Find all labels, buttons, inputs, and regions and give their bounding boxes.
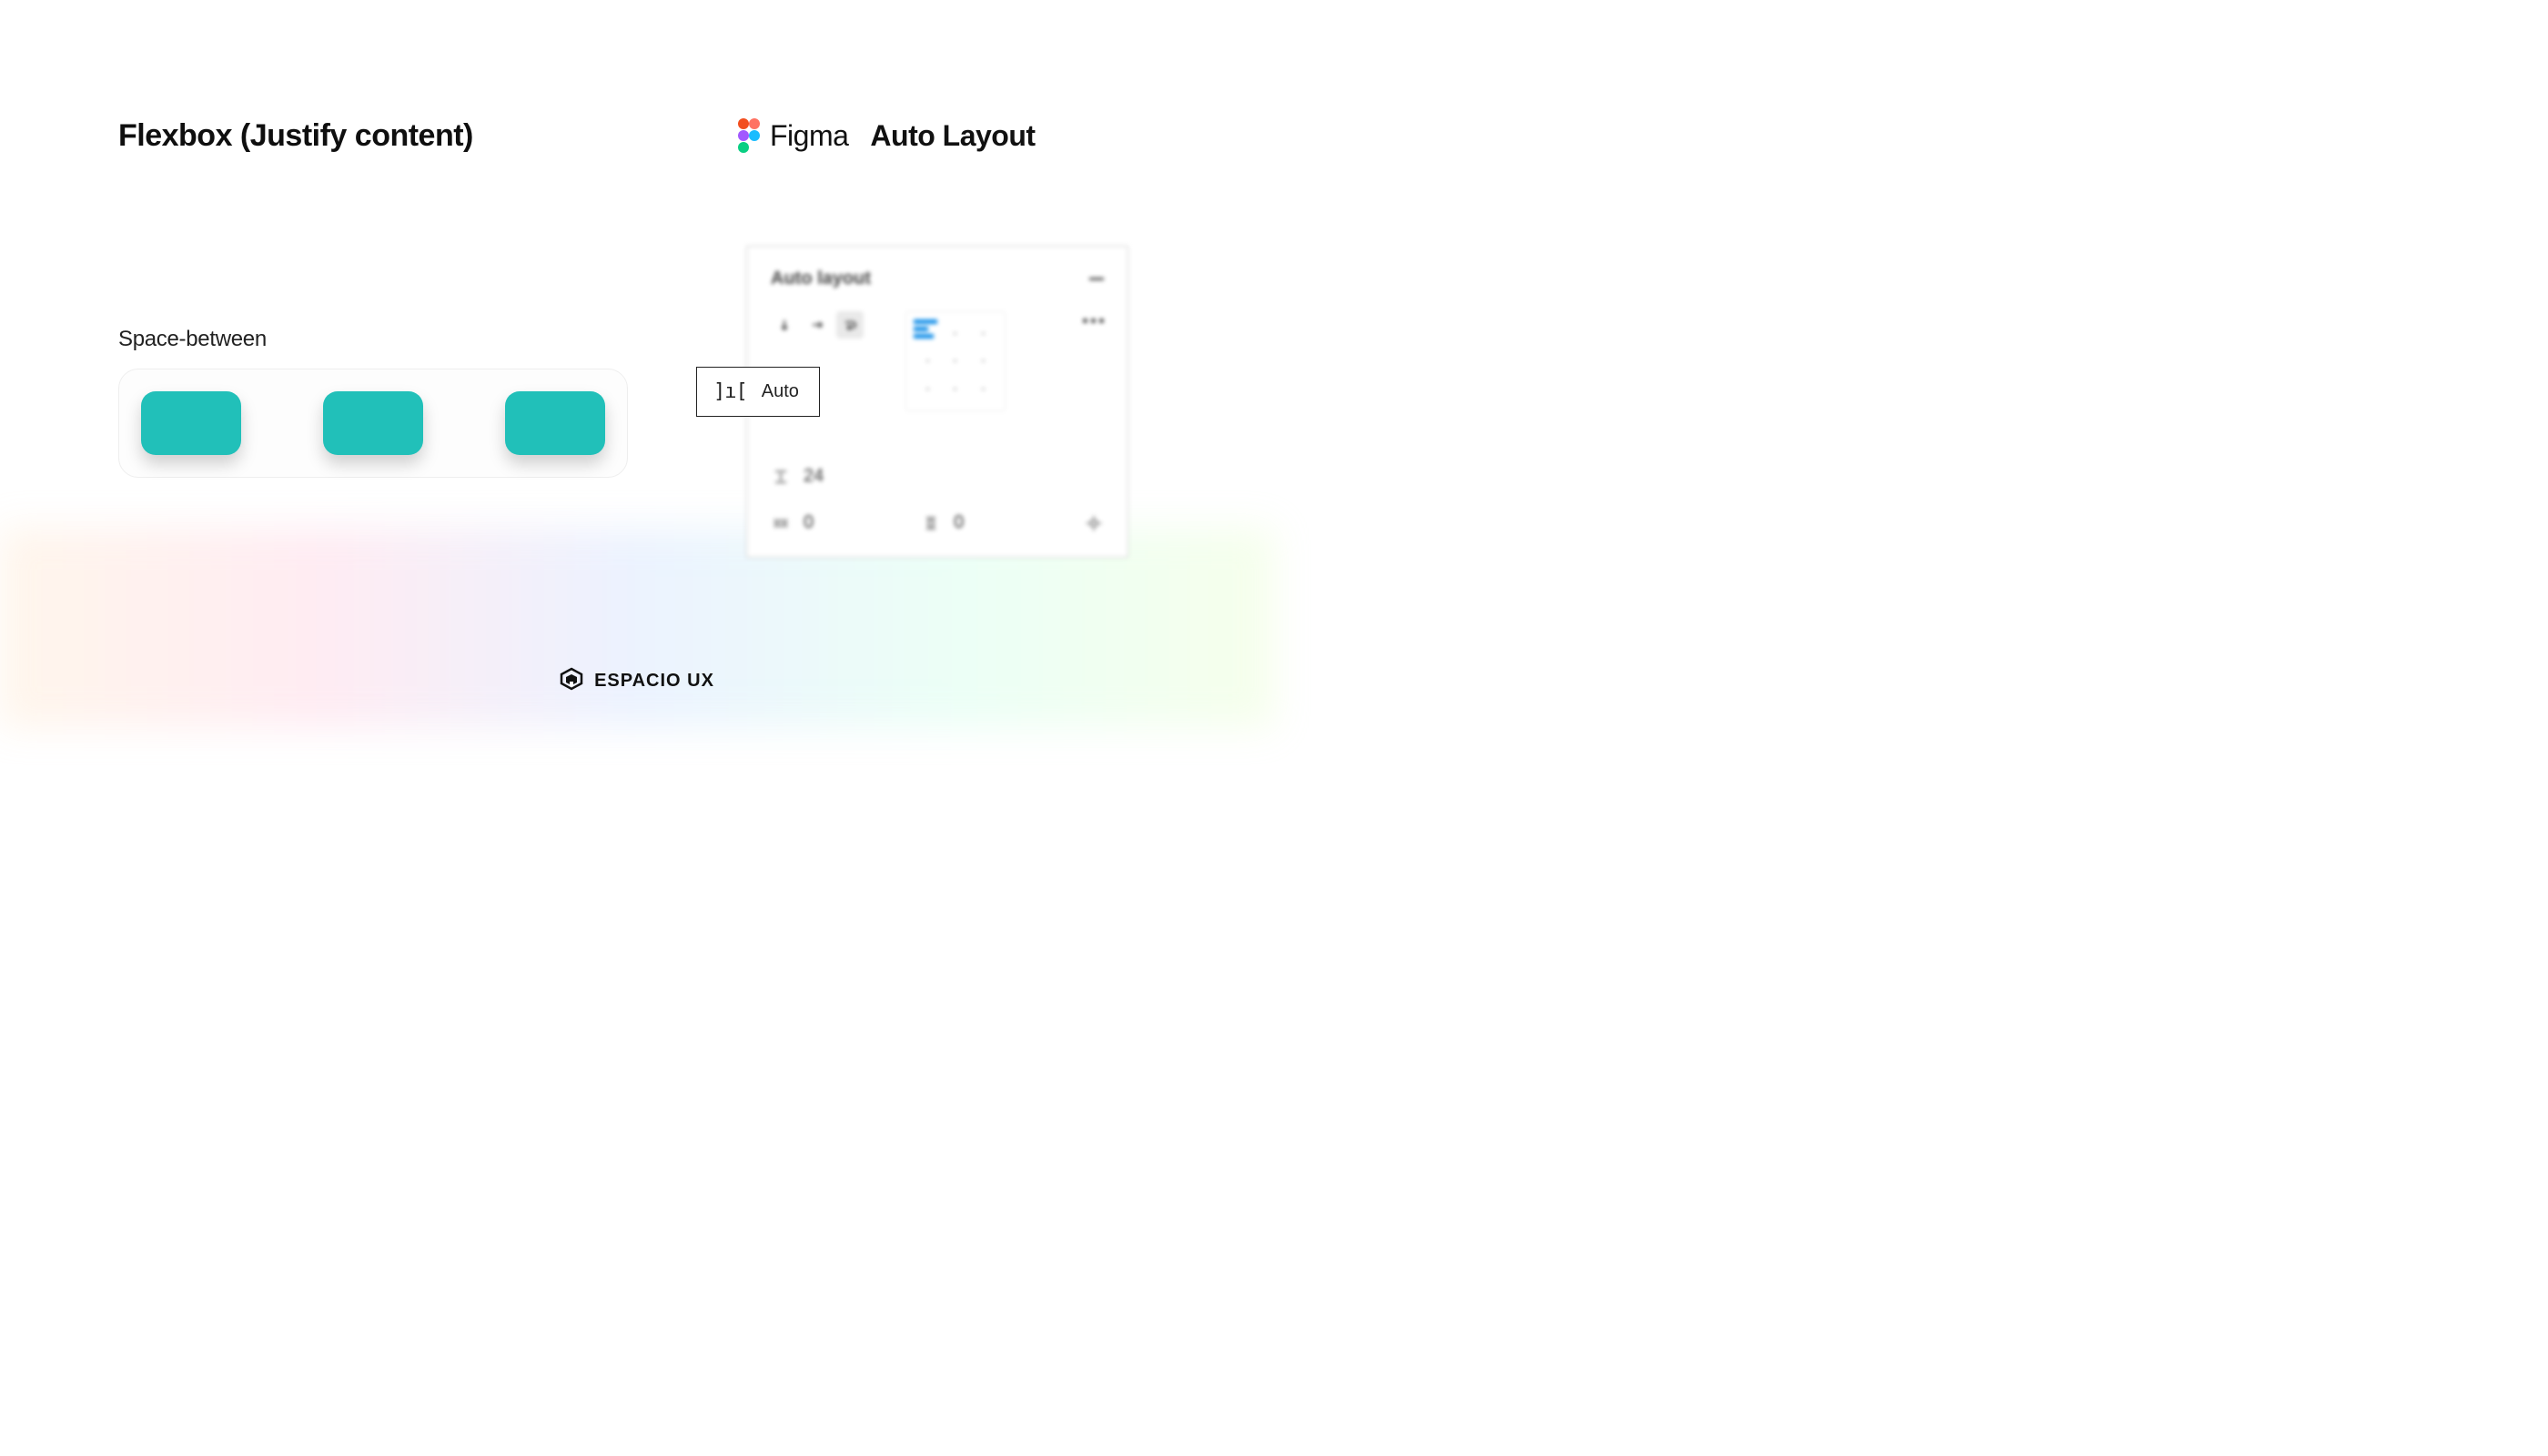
vertical-gap-value[interactable]: 24 xyxy=(804,466,824,487)
alignment-grid[interactable] xyxy=(905,311,1006,411)
autolayout-label: Auto Layout xyxy=(870,119,1035,153)
panel-direction-row xyxy=(771,311,1104,411)
panel-more-icon[interactable] xyxy=(1083,318,1104,323)
flex-item xyxy=(141,391,241,455)
right-column: Figma Auto Layout xyxy=(737,118,1192,153)
horizontal-padding-icon xyxy=(771,513,791,533)
collapse-icon[interactable] xyxy=(1089,278,1104,280)
background-gradient xyxy=(0,528,1274,728)
direction-vertical-button[interactable] xyxy=(771,311,798,339)
vertical-padding-icon xyxy=(921,513,941,533)
alignment-indicator-icon xyxy=(914,319,937,339)
espacio-ux-logo-icon xyxy=(560,667,583,695)
direction-wrap-button[interactable] xyxy=(836,311,864,339)
direction-horizontal-button[interactable] xyxy=(804,311,831,339)
panel-header: Auto layout xyxy=(771,268,1104,289)
left-column: Flexbox (Justify content) Space-between xyxy=(118,118,628,478)
gap-value-label: Auto xyxy=(762,381,799,402)
flex-demo-container xyxy=(118,369,628,478)
panel-padding-row: 0 0 xyxy=(771,512,1104,533)
figma-logo-icon xyxy=(737,118,761,153)
gap-between-icon: ]ı[ xyxy=(713,380,747,403)
panel-title: Auto layout xyxy=(771,268,871,289)
horizontal-padding-value[interactable]: 0 xyxy=(804,512,814,533)
flexbox-subtitle: Space-between xyxy=(118,327,628,352)
gap-auto-popup[interactable]: ]ı[ Auto xyxy=(696,367,820,417)
direction-buttons xyxy=(771,311,864,339)
figma-label: Figma xyxy=(770,119,848,153)
vertical-padding-value[interactable]: 0 xyxy=(954,512,964,533)
figma-title-row: Figma Auto Layout xyxy=(737,118,1192,153)
panel-vertical-gap-row: 24 xyxy=(771,466,1104,487)
flex-item xyxy=(505,391,605,455)
vertical-gap-icon xyxy=(771,467,791,487)
independent-padding-icon[interactable] xyxy=(1084,513,1104,533)
flex-item xyxy=(323,391,423,455)
footer-brand: ESPACIO UX xyxy=(0,667,1274,695)
flexbox-title: Flexbox (Justify content) xyxy=(118,118,628,154)
footer-brand-text: ESPACIO UX xyxy=(594,671,714,692)
figma-panel-wrap: Auto layout xyxy=(746,246,1128,558)
